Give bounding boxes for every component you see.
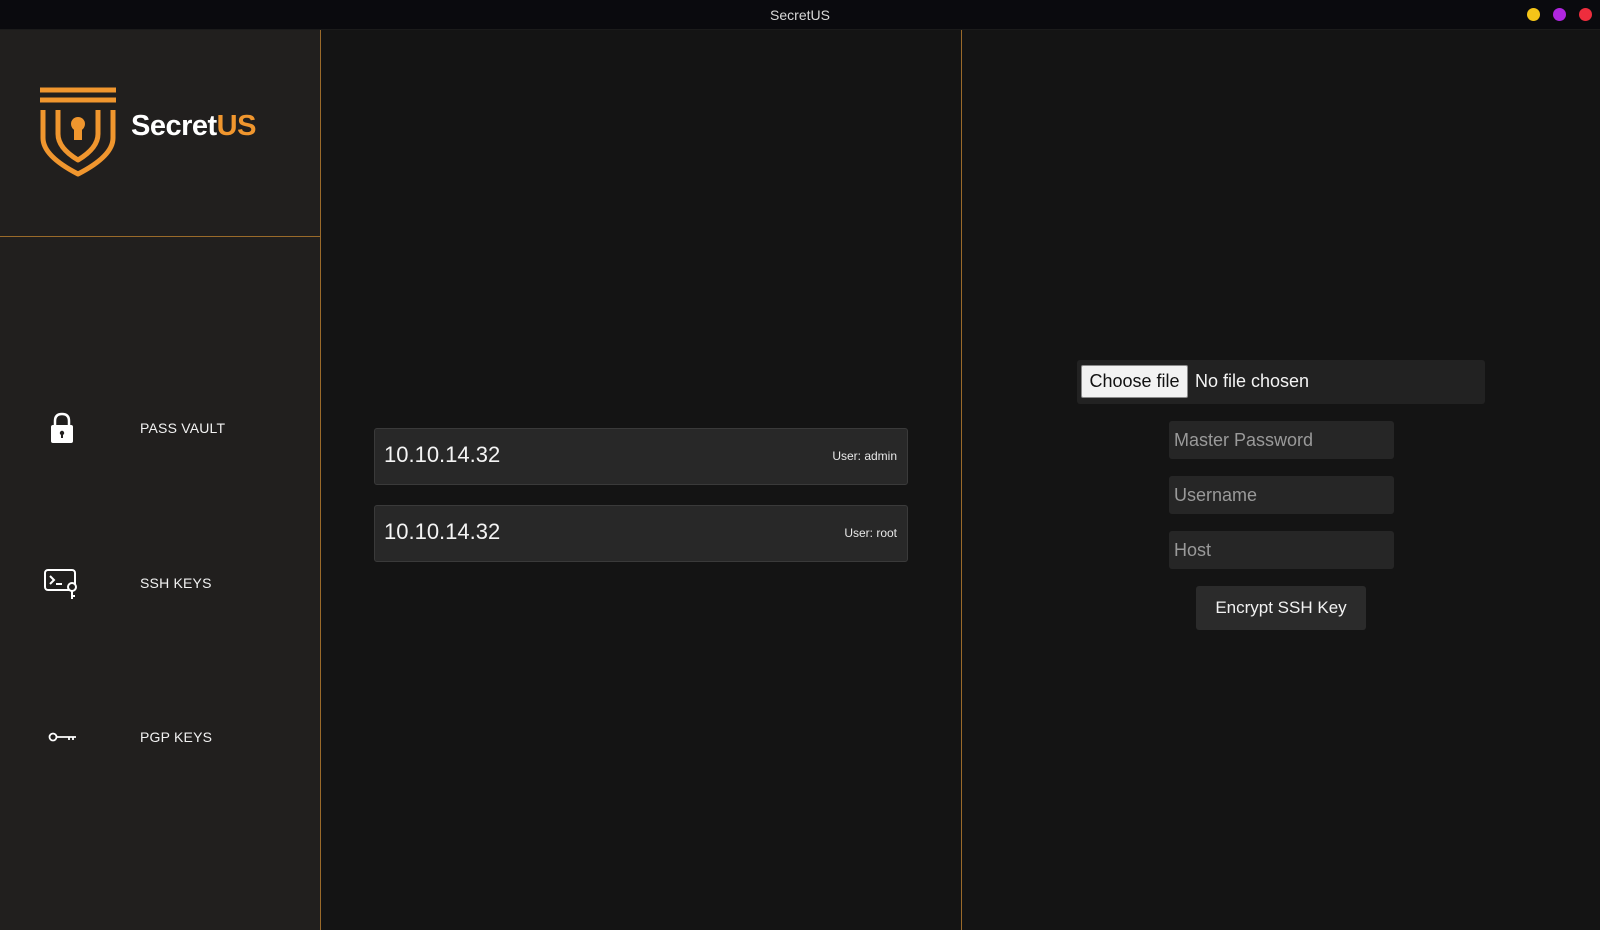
- choose-file-button[interactable]: Choose file: [1081, 365, 1188, 398]
- entry-user: User: root: [844, 526, 897, 540]
- sidebar-item-label: PGP KEYS: [140, 729, 213, 745]
- logo-area: SecretUS: [0, 30, 320, 237]
- username-field[interactable]: [1169, 476, 1394, 514]
- sidebar-item-label: SSH KEYS: [140, 575, 212, 591]
- shield-keyhole-icon: [40, 87, 116, 177]
- close-button[interactable]: [1579, 8, 1592, 21]
- title-bar: SecretUS: [0, 0, 1600, 30]
- master-password-field[interactable]: [1169, 421, 1394, 459]
- entry-user: User: admin: [832, 449, 897, 463]
- host-field[interactable]: [1169, 531, 1394, 569]
- sidebar-item-pass-vault[interactable]: PASS VAULT: [0, 398, 320, 458]
- sidebar-item-pgp-keys[interactable]: PGP KEYS: [0, 707, 320, 767]
- sidebar-item-ssh-keys[interactable]: SSH KEYS: [0, 553, 320, 613]
- encrypt-ssh-key-button[interactable]: Encrypt SSH Key: [1196, 586, 1366, 630]
- logo-text-us: US: [216, 110, 257, 142]
- sidebar-item-label: PASS VAULT: [140, 420, 226, 436]
- encrypt-form-panel: Choose file No file chosen Encrypt SSH K…: [963, 30, 1600, 930]
- logo-text-secret: Secret: [131, 110, 217, 142]
- minimize-button[interactable]: [1527, 8, 1540, 21]
- ssh-entries-list: 10.10.14.32 User: admin 10.10.14.32 User…: [321, 30, 962, 930]
- maximize-button[interactable]: [1553, 8, 1566, 21]
- entry-host: 10.10.14.32: [384, 519, 501, 544]
- window-title: SecretUS: [770, 7, 830, 23]
- file-input: Choose file No file chosen: [1077, 360, 1485, 404]
- logo-text: SecretUS: [131, 110, 256, 143]
- list-item[interactable]: 10.10.14.32 User: root: [374, 505, 908, 562]
- entry-host: 10.10.14.32: [384, 442, 501, 467]
- list-item[interactable]: 10.10.14.32 User: admin: [374, 428, 908, 485]
- file-status: No file chosen: [1195, 371, 1310, 391]
- sidebar: SecretUS PASS VAULT SSH KEYS PGP KEYS: [0, 30, 321, 930]
- key-icon: [48, 732, 76, 742]
- lock-icon: [51, 412, 73, 443]
- terminal-key-icon: [44, 569, 77, 599]
